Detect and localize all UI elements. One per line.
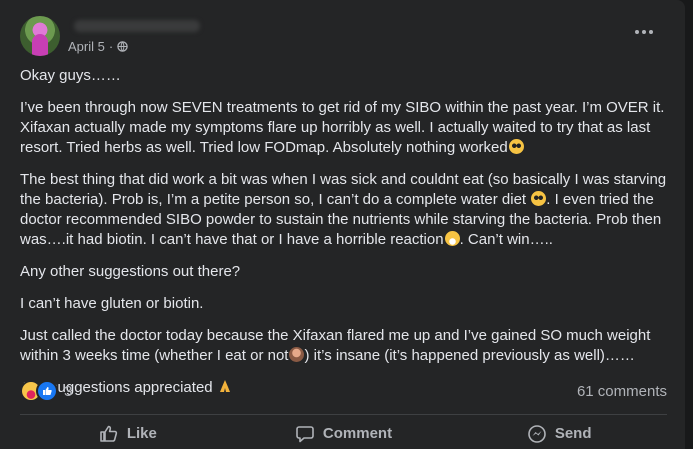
post-date[interactable]: April 5 (68, 39, 105, 54)
like-icon (100, 425, 117, 442)
paragraph-6: Just called the doctor today because the… (20, 327, 651, 364)
paragraph-2: I’ve been through now SEVEN treatments t… (20, 99, 665, 156)
globe-icon (117, 41, 128, 52)
flushed-face-emoji-icon (531, 191, 547, 206)
woman-facepalming-emoji-icon (289, 347, 305, 362)
page-scrollbar[interactable] (685, 0, 693, 449)
like-button[interactable]: Like (20, 418, 236, 449)
comment-icon (296, 425, 314, 442)
paragraph-3: The best thing that did work a bit was w… (20, 171, 667, 248)
paragraph-1: Okay guys…… (20, 67, 121, 84)
send-label: Send (554, 425, 592, 442)
meta-separator: · (108, 39, 114, 54)
flushed-face-emoji-icon (508, 139, 524, 154)
post-meta: April 5 · (68, 39, 128, 54)
paragraph-4: Any other suggestions out there? (20, 263, 241, 280)
author-avatar[interactable] (20, 16, 60, 56)
post-body: Okay guys…… I’ve been through now SEVEN … (20, 66, 668, 410)
author-name-redacted[interactable] (74, 20, 200, 32)
like-reaction-icon (36, 380, 58, 402)
post-card: April 5 · Okay guys…… I’ve been through … (0, 0, 685, 449)
post-actions-bar: Like Comment Send (20, 418, 667, 449)
folded-hands-emoji-icon (219, 380, 230, 392)
paragraph-5: I can’t have gluten or biotin. (20, 295, 204, 312)
send-icon (528, 424, 546, 443)
paragraph-7: Any suggestions appreciated (20, 378, 668, 398)
post-header: April 5 · (20, 14, 670, 58)
actions-divider (20, 414, 667, 415)
crying-face-emoji-icon (444, 231, 460, 246)
comments-count-link[interactable]: 61 comments (577, 383, 667, 400)
comment-button[interactable]: Comment (236, 418, 452, 449)
send-button[interactable]: Send (451, 418, 667, 449)
reactions-summary[interactable]: 3 (20, 380, 73, 402)
comment-label: Comment (322, 425, 393, 442)
reaction-count: 3 (64, 382, 73, 400)
more-options-icon[interactable] (632, 24, 656, 40)
like-label: Like (126, 425, 157, 442)
